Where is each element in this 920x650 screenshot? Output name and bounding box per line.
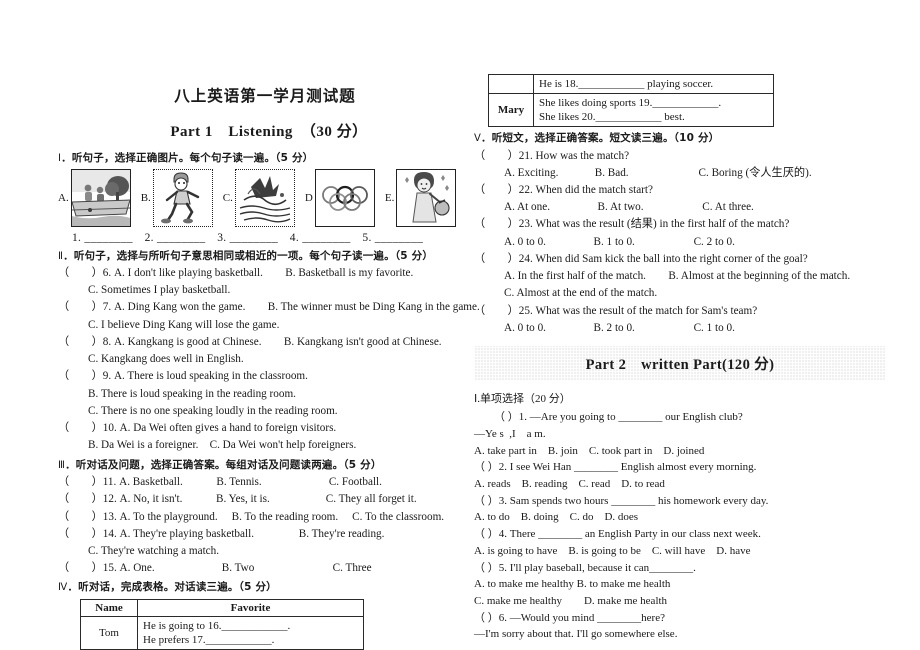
- question-9-line-1[interactable]: （ ）9. A. There is loud speaking in the c…: [58, 368, 462, 384]
- section-2-instruction: ．听句子，选择与所听句子意思相同或相近的一项。每个句子读一遍。（5 分）: [63, 249, 434, 262]
- table-header-name: Name: [80, 598, 138, 617]
- part2-title: Part 2 written Part(120 分): [474, 346, 886, 381]
- question-22-line-1[interactable]: （ ）22. When did the match start?: [474, 182, 886, 198]
- picture-choice-d[interactable]: D: [304, 168, 375, 227]
- table-cell-favorite-tom[interactable]: He is going to 16.____________. He prefe…: [137, 615, 364, 650]
- table-row: He is 18.____________ playing soccer.: [488, 74, 774, 94]
- written-question-5-options-1[interactable]: A. to make me healthy B. to make me heal…: [474, 576, 886, 593]
- section-4-heading: Ⅳ．听对话，完成表格。对话读三遍。（5 分）: [58, 580, 462, 595]
- table-header-favorite: Favorite: [137, 598, 364, 617]
- question-13[interactable]: （ ）13. A. To the playground. B. To the r…: [58, 509, 462, 525]
- picture-label-b: B.: [140, 191, 151, 204]
- question-12[interactable]: （ ）12. A. No, it isn't. B. Yes, it is. C…: [58, 491, 462, 507]
- written-question-1-line-1[interactable]: （ ）1. —Are you going to ________ our Eng…: [474, 409, 886, 426]
- written-question-2-options[interactable]: A. reads B. reading C. read D. to read: [474, 476, 886, 493]
- table-cell-name-mary: Mary: [488, 93, 534, 127]
- question-22-line-2: A. At one. B. At two. C. At three.: [504, 201, 754, 214]
- question-24-line-3: C. Almost at the end of the match.: [504, 287, 658, 300]
- question-15[interactable]: （ ）15. A. One. B. Two C. Three: [58, 560, 462, 576]
- section-5-label: Ⅴ: [474, 133, 482, 144]
- question-24-line-2: A. In the first half of the match. B. Al…: [504, 270, 851, 283]
- question-7-line-2: C. I believe Ding Kang will lose the gam…: [88, 318, 280, 331]
- question-6-line-2: C. Sometimes I play basketball.: [88, 284, 231, 297]
- exam-page: 八上英语第一学月测试题 Part 1 Listening （30 分） Ⅰ．听句…: [0, 0, 920, 650]
- right-column: He is 18.____________ playing soccer. Ma…: [474, 74, 886, 643]
- written-question-2-line-1[interactable]: （ ）2. I see Wei Han ________ English alm…: [474, 459, 886, 476]
- question-23-line-2: A. 0 to 0. B. 1 to 0. C. 2 to 0.: [504, 235, 735, 248]
- question-8-line-2: C. Kangkang does well in English.: [88, 353, 244, 366]
- written-question-4-options[interactable]: A. is going to have B. is going to be C.…: [474, 543, 886, 560]
- table-cell-name-empty: [488, 74, 534, 94]
- written-question-3-line-1[interactable]: （ ）3. Sam spends two hours ________ his …: [474, 493, 886, 510]
- question-6-line-1[interactable]: （ ）6. A. I don't like playing basketball…: [58, 265, 462, 281]
- table-cell-favorite-mary[interactable]: She likes doing sports 19.____________. …: [533, 93, 774, 127]
- section-1-answer-blanks[interactable]: 1. ________ 2. ________ 3. ________ 4. _…: [58, 229, 462, 245]
- question-14-line-1[interactable]: （ ）14. A. They're playing basketball. B.…: [58, 526, 462, 542]
- favorite-table-continued: He is 18.____________ playing soccer. Ma…: [488, 74, 774, 127]
- written-question-6-line-2: —I'm sorry about that. I'll go somewhere…: [474, 628, 678, 641]
- written-question-5-line-1[interactable]: （ ）5. I'll play baseball, because it can…: [474, 560, 886, 577]
- picture-label-d: D: [304, 191, 313, 204]
- table-row: Tom He is going to 16.____________. He p…: [80, 615, 364, 650]
- left-column: 八上英语第一学月测试题 Part 1 Listening （30 分） Ⅰ．听句…: [58, 84, 480, 650]
- table-row: Mary She likes doing sports 19._________…: [488, 93, 774, 127]
- blank-18-line[interactable]: He is 18.____________ playing soccer.: [539, 77, 768, 91]
- written-question-4-line-1[interactable]: （ ）4. There ________ an English Party in…: [474, 526, 886, 543]
- question-8-line-1[interactable]: （ ）8. A. Kangkang is good at Chinese. B.…: [58, 334, 462, 350]
- table-cell-name-tom: Tom: [80, 615, 138, 650]
- picture-choices: A. B. C. D E.: [58, 168, 462, 227]
- section-1-heading: Ⅰ．听句子，选择正确图片。每个句子读一遍。（5 分）: [58, 151, 462, 166]
- kids-on-boat-icon: [70, 168, 131, 227]
- favorite-table: Name Favorite Tom He is going to 16.____…: [80, 598, 364, 650]
- section-3-instruction: ．听对话及问题，选择正确答案。每组对话及问题读两遍。（5 分）: [65, 458, 382, 471]
- section-2-heading: Ⅱ．听句子，选择与所听句子意思相同或相近的一项。每个句子读一遍。（5 分）: [58, 249, 462, 264]
- written-question-5-options-2[interactable]: C. make me healthy D. make me health: [474, 593, 886, 610]
- section-5-heading: Ⅴ．听短文，选择正确答案。短文读三遍。（10 分）: [474, 131, 886, 146]
- question-14-line-2: C. They're watching a match.: [88, 545, 220, 558]
- section-4-instruction: ．听对话，完成表格。对话读三遍。（5 分）: [67, 581, 277, 594]
- question-21-line-2: A. Exciting. B. Bad. C. Boring (令人生厌的).: [504, 166, 812, 179]
- written-question-1-line-2: —Ye s ,I a m.: [474, 427, 546, 440]
- question-7-line-1[interactable]: （ ）7. A. Ding Kang won the game. B. The …: [58, 299, 480, 315]
- blank-17-line[interactable]: He prefers 17.____________.: [143, 633, 358, 647]
- table-cell-blank-18[interactable]: He is 18.____________ playing soccer.: [533, 74, 774, 94]
- picture-choice-a[interactable]: A.: [58, 168, 131, 227]
- page-title: 八上英语第一学月测试题: [174, 87, 356, 105]
- picture-choice-c[interactable]: C.: [222, 168, 295, 227]
- question-25-line-1[interactable]: （ ）25. What was the result of the match …: [474, 303, 886, 319]
- picture-label-c: C.: [222, 191, 233, 204]
- question-25-line-2: A. 0 to 0. B. 2 to 0. C. 1 to 0.: [504, 321, 735, 334]
- written-question-3-options[interactable]: A. to do B. doing C. do D. does: [474, 509, 886, 526]
- written-question-6-line-1[interactable]: （ ）6. —Would you mind ________here?: [474, 610, 886, 627]
- written-section-1-heading: Ⅰ.单项选择（20 分）: [474, 393, 571, 406]
- picture-label-a: A.: [58, 191, 69, 204]
- picture-choice-e[interactable]: E.: [384, 168, 457, 227]
- section-1-instruction: ．听句子，选择正确图片。每个句子读一遍。（5 分）: [61, 152, 314, 164]
- picture-label-e: E.: [384, 191, 395, 204]
- question-9-line-2: B. There is loud speaking in the reading…: [88, 387, 296, 400]
- olympic-rings-icon: [314, 168, 375, 227]
- written-question-1-options[interactable]: A. take part in B. join C. took part in …: [474, 443, 886, 460]
- question-24-line-1[interactable]: （ ）24. When did Sam kick the ball into t…: [474, 251, 886, 267]
- question-9-line-3: C. There is no one speaking loudly in th…: [88, 404, 338, 417]
- picture-choice-b[interactable]: B.: [140, 168, 213, 227]
- woman-singing-icon: [396, 168, 457, 227]
- swimming-splash-icon: [234, 168, 295, 227]
- blank-20-line[interactable]: She likes 20.____________ best.: [539, 110, 768, 124]
- question-10-line-1[interactable]: （ ）10. A. Da Wei often gives a hand to f…: [58, 420, 462, 436]
- blank-19-line[interactable]: She likes doing sports 19.____________.: [539, 96, 768, 110]
- section-3-heading: Ⅲ．听对话及问题，选择正确答案。每组对话及问题读两遍。（5 分）: [58, 458, 462, 473]
- blank-16-line[interactable]: He is going to 16.____________.: [143, 619, 358, 633]
- section-5-instruction: ．听短文，选择正确答案。短文读三遍。（10 分）: [481, 132, 720, 144]
- part1-title: Part 1 Listening （30 分）: [170, 124, 368, 140]
- question-21-line-1[interactable]: （ ）21. How was the match?: [474, 148, 886, 164]
- running-boy-icon: [152, 168, 213, 227]
- question-10-line-2: B. Da Wei is a foreigner. C. Da Wei won'…: [88, 439, 357, 452]
- question-23-line-1[interactable]: （ ）23. What was the result (结果) in the f…: [474, 216, 886, 232]
- question-11[interactable]: （ ）11. A. Basketball. B. Tennis. C. Foot…: [58, 474, 462, 490]
- table-header-row: Name Favorite: [80, 598, 364, 617]
